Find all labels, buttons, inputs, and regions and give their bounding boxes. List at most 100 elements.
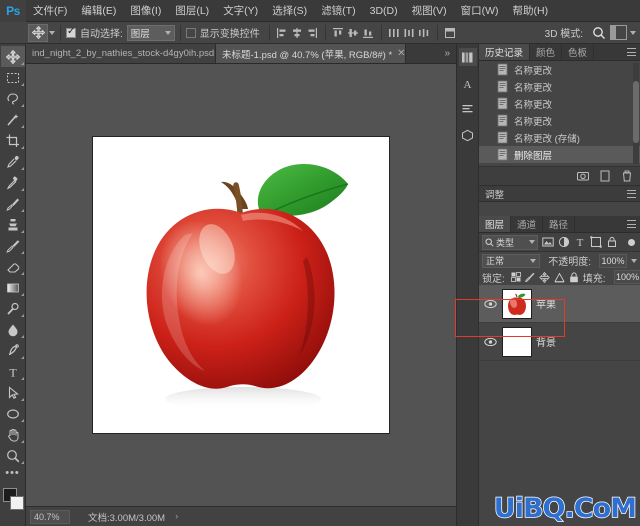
canvas-viewport[interactable]	[26, 64, 456, 506]
menu-item-filter[interactable]: 滤镜(T)	[314, 0, 362, 22]
tab-overflow-chevron-icon[interactable]: »	[438, 44, 456, 63]
auto-select-scope-dropdown[interactable]: 图层	[126, 24, 175, 41]
filter-type-icon[interactable]: T	[573, 235, 586, 249]
color-swatches[interactable]	[1, 484, 25, 514]
menu-item-layer[interactable]: 图层(L)	[168, 0, 216, 22]
filter-toggle-icon[interactable]	[628, 238, 635, 246]
move-tool[interactable]	[0, 46, 25, 67]
history-item[interactable]: 名称更改 (存储)	[479, 129, 640, 146]
paragraph-icon[interactable]	[459, 100, 477, 118]
blur-tool[interactable]	[1, 319, 25, 340]
history-item[interactable]: 名称更改	[479, 61, 640, 78]
layer-row-background[interactable]: 背景	[479, 323, 640, 361]
history-item[interactable]: 名称更改	[479, 112, 640, 129]
align-horizontal-centers-icon[interactable]	[290, 25, 305, 41]
new-document-icon[interactable]	[598, 170, 611, 183]
layer-thumbnail-background[interactable]	[502, 326, 532, 357]
dodge-tool[interactable]	[1, 298, 25, 319]
menu-item-window[interactable]: 窗口(W)	[454, 0, 506, 22]
search-icon[interactable]	[590, 24, 607, 41]
filter-adjustment-icon[interactable]	[557, 235, 570, 249]
lock-image-pixels-icon[interactable]	[524, 271, 535, 283]
hand-tool[interactable]	[1, 424, 25, 445]
tab-paths[interactable]: 路径	[543, 216, 576, 232]
gradient-tool[interactable]	[1, 277, 25, 298]
status-expand-icon[interactable]: ›	[175, 511, 178, 522]
layer-name-apple[interactable]: 苹果	[536, 296, 556, 311]
layers-panel-menu-icon[interactable]	[623, 216, 640, 232]
menu-item-select[interactable]: 选择(S)	[265, 0, 314, 22]
menu-item-3d[interactable]: 3D(D)	[363, 0, 405, 22]
document-tab-active[interactable]: 未标题-1.psd @ 40.7% (苹果, RGB/8#) * ✕	[216, 44, 406, 63]
menu-item-image[interactable]: 图像(I)	[123, 0, 168, 22]
eyedropper-tool[interactable]	[1, 151, 25, 172]
history-brush-source-icon[interactable]	[483, 97, 496, 111]
brush-tool[interactable]	[1, 193, 25, 214]
workspace-chevron-icon[interactable]	[630, 30, 636, 35]
zoom-tool[interactable]	[1, 445, 25, 466]
menu-item-help[interactable]: 帮助(H)	[506, 0, 556, 22]
adjustments-panel-menu-icon[interactable]	[623, 189, 640, 198]
fill-value-field[interactable]: 100%	[613, 270, 640, 284]
adjustments-panel-header[interactable]: 调整	[479, 185, 640, 202]
align-left-edges-icon[interactable]	[275, 25, 290, 41]
history-brush-source-icon[interactable]	[483, 63, 496, 77]
opacity-value-field[interactable]: 100%	[599, 253, 627, 268]
history-brush-source-icon[interactable]	[483, 80, 496, 94]
move-tool-icon[interactable]	[28, 23, 48, 42]
eraser-tool[interactable]	[1, 256, 25, 277]
tab-channels[interactable]: 通道	[511, 216, 544, 232]
character-icon[interactable]: A	[459, 74, 477, 92]
menu-item-type[interactable]: 文字(Y)	[216, 0, 265, 22]
magic-wand-tool[interactable]	[1, 109, 25, 130]
tab-layers[interactable]: 图层	[479, 216, 512, 232]
history-item[interactable]: 名称更改	[479, 78, 640, 95]
tab-color[interactable]: 颜色	[530, 44, 563, 60]
align-right-edges-icon[interactable]	[305, 25, 320, 41]
menu-item-edit[interactable]: 编辑(E)	[74, 0, 123, 22]
lock-artboard-icon[interactable]	[554, 271, 565, 283]
align-bottom-edges-icon[interactable]	[361, 25, 376, 41]
history-item-selected[interactable]: 删除图层	[479, 146, 640, 163]
workspace-icon[interactable]	[610, 25, 627, 40]
document-tab-inactive[interactable]: ind_night_2_by_nathies_stock-d4gy0ih.psd…	[26, 44, 228, 63]
close-icon-active[interactable]: ✕	[397, 48, 405, 59]
filter-pixel-icon[interactable]	[541, 235, 554, 249]
lock-all-icon[interactable]	[569, 271, 579, 283]
distribute-center-icon[interactable]	[402, 25, 417, 41]
align-top-edges-icon[interactable]	[331, 25, 346, 41]
distribute-left-icon[interactable]	[387, 25, 402, 41]
layer-visibility-icon[interactable]	[482, 337, 498, 347]
align-vertical-centers-icon[interactable]	[346, 25, 361, 41]
shape-tool[interactable]	[1, 403, 25, 424]
artboard[interactable]	[93, 137, 389, 433]
tab-swatches[interactable]: 色板	[562, 44, 595, 60]
lasso-tool[interactable]	[1, 88, 25, 109]
layer-visibility-icon[interactable]	[482, 299, 498, 309]
pen-tool[interactable]	[1, 340, 25, 361]
layer-thumbnail-apple[interactable]	[502, 288, 532, 319]
layer-list[interactable]: 苹果 背景	[479, 285, 640, 526]
history-brush-source-icon[interactable]	[483, 131, 496, 145]
snapshot-icon[interactable]	[576, 170, 589, 183]
path-selection-tool[interactable]	[1, 382, 25, 403]
history-panel-menu-icon[interactable]	[623, 44, 640, 60]
history-scrollbar[interactable]	[633, 63, 639, 164]
layer-filter-type-dropdown[interactable]: 类型	[482, 234, 538, 250]
filter-smart-object-icon[interactable]	[605, 235, 618, 249]
history-brush-tool[interactable]	[1, 235, 25, 256]
history-brush-source-icon[interactable]	[483, 148, 496, 162]
lock-position-icon[interactable]	[539, 271, 550, 283]
menu-item-file[interactable]: 文件(F)	[26, 0, 74, 22]
distribute-right-icon[interactable]	[417, 25, 432, 41]
clone-stamp-tool[interactable]	[1, 214, 25, 235]
history-list[interactable]: 名称更改 名称更改 名称更改 名称更改 名称更改 (存储) 删除图层	[479, 61, 640, 166]
marquee-tool[interactable]	[1, 67, 25, 88]
history-brush-source-icon[interactable]	[483, 114, 496, 128]
zoom-level-field[interactable]: 40.7%	[30, 509, 70, 524]
filter-shape-icon[interactable]	[589, 235, 602, 249]
delete-icon[interactable]	[620, 170, 633, 183]
tool-preset-chevron-icon[interactable]	[49, 30, 55, 35]
layer-row-apple[interactable]: 苹果	[479, 285, 640, 323]
crop-tool[interactable]	[1, 130, 25, 151]
